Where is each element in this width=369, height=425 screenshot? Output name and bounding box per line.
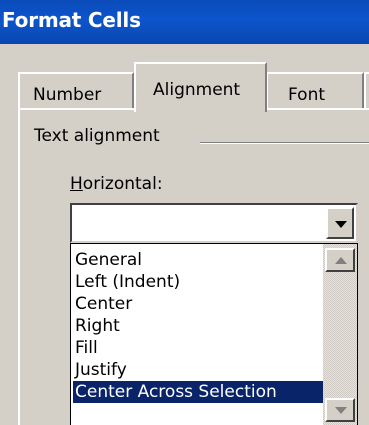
list-scrollbar[interactable] — [323, 244, 357, 425]
horizontal-label-text: orizontal: — [82, 174, 163, 194]
tab-font-label: Font — [288, 85, 326, 105]
horizontal-combobox[interactable] — [70, 203, 358, 243]
tab-alignment[interactable]: Alignment — [134, 62, 267, 112]
format-cells-dialog: Format Cells Number Alignment Font Text … — [0, 0, 369, 425]
scroll-up-button[interactable] — [325, 248, 355, 272]
option-center-across-selection[interactable]: Center Across Selection — [73, 381, 325, 403]
horizontal-label-accelerator: H — [70, 174, 83, 194]
option-center[interactable]: Center — [73, 293, 325, 315]
option-fill[interactable]: Fill — [73, 337, 325, 359]
horizontal-options-list[interactable]: General Left (Indent) Center Right Fill … — [70, 243, 358, 425]
group-divider-highlight — [200, 143, 369, 144]
option-justify[interactable]: Justify — [73, 359, 325, 381]
horizontal-label: Horizontal: — [70, 174, 163, 194]
tab-alignment-label: Alignment — [153, 80, 241, 100]
arrow-down-icon — [335, 407, 347, 414]
option-general[interactable]: General — [73, 249, 325, 271]
option-right[interactable]: Right — [73, 315, 325, 337]
window-title: Format Cells — [2, 8, 141, 32]
scroll-down-button[interactable] — [325, 398, 355, 422]
tab-number[interactable]: Number — [18, 72, 134, 110]
tab-partial[interactable] — [364, 72, 369, 110]
text-alignment-group-label: Text alignment — [34, 126, 164, 146]
tab-panel-border — [18, 108, 20, 425]
dropdown-button[interactable] — [326, 207, 354, 239]
tab-number-label: Number — [33, 85, 102, 105]
chevron-down-icon — [335, 221, 347, 228]
option-left-indent[interactable]: Left (Indent) — [73, 271, 325, 293]
tab-font[interactable]: Font — [266, 72, 364, 110]
title-bar[interactable]: Format Cells — [0, 0, 369, 44]
arrow-up-icon — [335, 257, 347, 264]
